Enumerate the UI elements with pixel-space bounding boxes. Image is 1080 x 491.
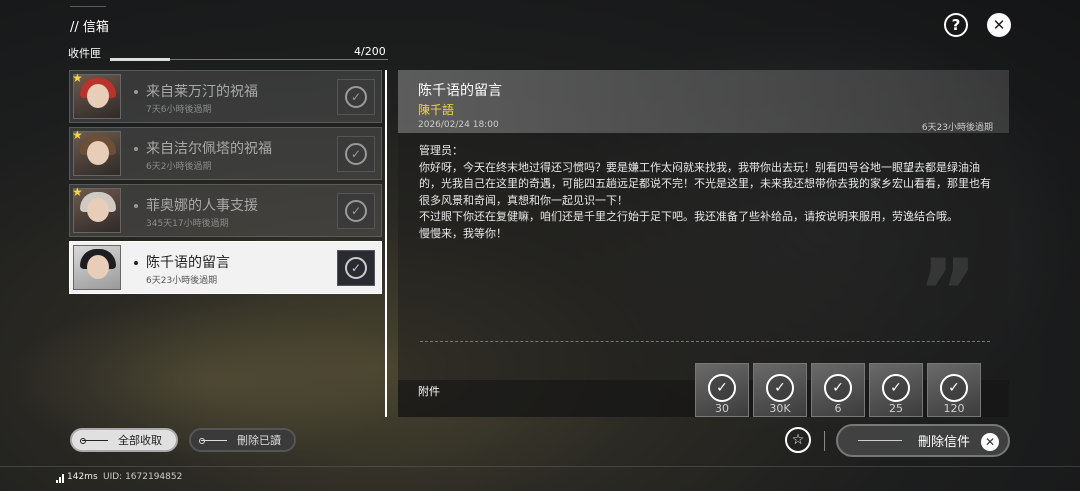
star-icon: ★ [72, 128, 83, 142]
mail-title: 菲奥娜的人事支援 [146, 198, 258, 214]
bullet-dot [134, 147, 138, 151]
check-icon: ✓ [824, 374, 852, 402]
footer-divider [0, 466, 1080, 467]
ping-readout: 142ms [67, 472, 98, 482]
attachment-item[interactable]: ✓ 30 [695, 363, 749, 417]
attachment-qty: 25 [889, 402, 903, 415]
attachment-qty: 30K [769, 402, 791, 415]
avatar-face [87, 84, 109, 108]
attachment-item[interactable]: ✓ 120 [927, 363, 981, 417]
mail-list-scrollbar[interactable] [385, 70, 387, 417]
signal-icon [56, 474, 65, 483]
avatar [73, 245, 121, 290]
bullet-dot [134, 204, 138, 208]
attachment-item[interactable]: ✓ 6 [811, 363, 865, 417]
mail-title: 陈千语的留言 [146, 255, 230, 271]
delete-mail-label: 刪除信件 [918, 435, 971, 450]
attachment-divider [420, 341, 990, 342]
attachment-item[interactable]: ✓ 30K [753, 363, 807, 417]
mail-detail-panel: 陈千语的留言 陳千語 2026/02/24 18:00 6天23小時後過期 管理… [398, 70, 1009, 417]
close-circle-icon: ✕ [981, 433, 999, 451]
mail-expiry: 6天2小時後過期 [146, 162, 212, 172]
collect-all-label: 全部收取 [118, 434, 162, 447]
claim-button[interactable]: ✓ [337, 250, 375, 286]
delete-read-button[interactable]: 刪除已讀 [189, 428, 296, 452]
avatar-face [87, 255, 109, 279]
inbox-divider-accent [110, 58, 170, 61]
mail-item[interactable]: ★ 菲奥娜的人事支援 345天17小時後過期 ✓ [69, 184, 382, 237]
avatar-face [87, 198, 109, 222]
attachment-qty: 6 [834, 402, 842, 415]
star-icon: ★ [72, 185, 83, 199]
favorite-star-icon[interactable]: ☆ [785, 427, 811, 453]
close-icon[interactable]: ✕ [987, 13, 1011, 37]
help-icon[interactable]: ? [944, 13, 968, 37]
mail-expiry: 345天17小時後過期 [146, 219, 229, 229]
inbox-count: 4/200 [354, 45, 386, 58]
mail-item[interactable]: ★ 来自洁尔佩塔的祝福 6天2小時後過期 ✓ [69, 127, 382, 180]
collect-all-button[interactable]: 全部收取 [70, 428, 178, 452]
mail-detail-header: 陈千语的留言 陳千語 2026/02/24 18:00 6天23小時後過期 [398, 70, 1009, 133]
check-icon: ✓ [345, 257, 367, 279]
uid-readout: UID: 1672194852 [103, 472, 183, 482]
mail-detail-date: 2026/02/24 18:00 [418, 120, 499, 130]
check-icon: ✓ [345, 200, 367, 222]
attachment-qty: 30 [715, 402, 729, 415]
delete-read-label: 刪除已讀 [237, 434, 281, 447]
claim-button[interactable]: ✓ [337, 193, 375, 229]
quote-mark-icon: ” [918, 240, 978, 345]
check-icon: ✓ [345, 86, 367, 108]
mail-detail-expiry: 6天23小時後過期 [921, 123, 993, 133]
check-icon: ✓ [766, 374, 794, 402]
check-icon: ✓ [345, 143, 367, 165]
attachment-list: ✓ 30 ✓ 30K ✓ 6 ✓ 25 ✓ 120 [695, 363, 985, 417]
check-icon: ✓ [882, 374, 910, 402]
claim-button[interactable]: ✓ [337, 79, 375, 115]
delete-mail-button[interactable]: 刪除信件 ✕ [836, 424, 1010, 457]
bullet-dot [134, 90, 138, 94]
page-title: // 信箱 [70, 20, 109, 35]
mail-title: 来自洁尔佩塔的祝福 [146, 141, 272, 157]
attachment-label: 附件 [418, 385, 440, 398]
mail-item[interactable]: ★ 来自莱万汀的祝福 7天6小時後過期 ✓ [69, 70, 382, 123]
mail-detail-sender: 陳千語 [418, 103, 455, 117]
mail-title: 来自莱万汀的祝福 [146, 84, 258, 100]
button-line-icon [199, 437, 227, 444]
attachment-item[interactable]: ✓ 25 [869, 363, 923, 417]
attachment-qty: 120 [943, 402, 965, 415]
star-icon: ★ [72, 71, 83, 85]
inbox-tab[interactable]: 收件匣 [68, 45, 101, 61]
mail-list: ★ 来自莱万汀的祝福 7天6小時後過期 ✓ ★ 来自洁尔佩塔的祝福 6天2小時後… [69, 70, 382, 298]
mail-detail-body: 管理员： 你好呀，今天在终末地过得还习惯吗？要是嫌工作太闷就来找我，我带你出去玩… [419, 144, 991, 240]
brand-mark [70, 6, 106, 14]
claim-button[interactable]: ✓ [337, 136, 375, 172]
button-line-icon [80, 437, 108, 444]
mail-expiry: 7天6小時後過期 [146, 105, 212, 115]
mail-item-selected[interactable]: 陈千语的留言 6天23小時後過期 ✓ [69, 241, 382, 294]
button-line-icon [858, 440, 902, 441]
bullet-dot [134, 261, 138, 265]
check-icon: ✓ [940, 374, 968, 402]
mail-detail-title: 陈千语的留言 [418, 83, 502, 99]
avatar-face [87, 141, 109, 165]
check-icon: ✓ [708, 374, 736, 402]
button-separator [824, 431, 825, 451]
mail-expiry: 6天23小時後過期 [146, 276, 218, 286]
